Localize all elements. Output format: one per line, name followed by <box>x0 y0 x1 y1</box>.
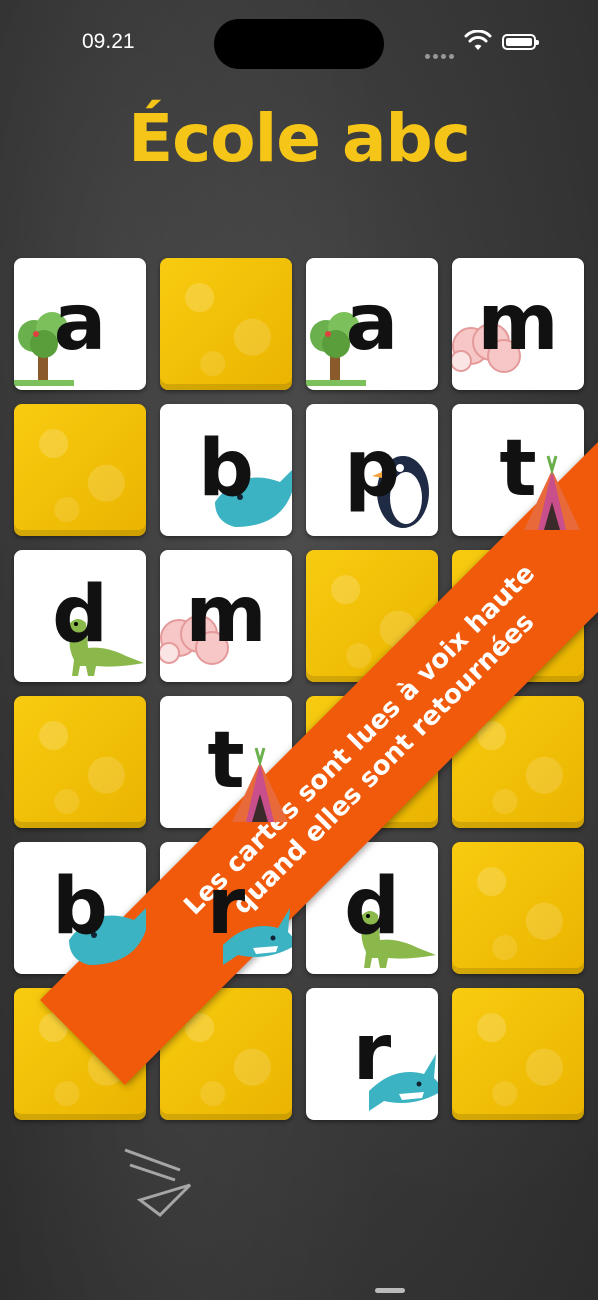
wifi-icon <box>464 30 492 50</box>
card-letter: p <box>344 424 400 514</box>
memory-card-face-up[interactable]: t <box>452 404 584 536</box>
card-letter: a <box>53 278 107 368</box>
card-letter: t <box>207 716 245 806</box>
memory-card-face-down[interactable] <box>452 988 584 1120</box>
memory-card-face-up[interactable]: d <box>14 550 146 682</box>
memory-card-face-down[interactable] <box>306 550 438 682</box>
app-title: École abc <box>128 100 471 177</box>
memory-card-face-up[interactable]: m <box>160 550 292 682</box>
memory-card-face-down[interactable] <box>452 842 584 974</box>
memory-card-face-up[interactable]: r <box>160 842 292 974</box>
card-letter: b <box>52 862 108 952</box>
card-letter: d <box>52 570 108 660</box>
memory-card-face-up[interactable]: m <box>452 258 584 390</box>
memory-card-face-up[interactable]: p <box>306 404 438 536</box>
memory-card-face-down[interactable] <box>14 988 146 1120</box>
card-letter: m <box>477 278 559 368</box>
memory-card-face-up[interactable]: a <box>14 258 146 390</box>
memory-card-face-down[interactable] <box>452 550 584 682</box>
memory-card-face-up[interactable]: r <box>306 988 438 1120</box>
card-letter: m <box>185 570 267 660</box>
chalk-doodle <box>124 1148 192 1217</box>
memory-card-face-down[interactable] <box>14 696 146 828</box>
card-letter: a <box>345 278 399 368</box>
card-letter: r <box>352 1008 392 1098</box>
memory-card-face-up[interactable]: d <box>306 842 438 974</box>
card-letter: d <box>344 862 400 952</box>
memory-card-face-down[interactable] <box>160 988 292 1120</box>
card-letter: r <box>206 862 246 952</box>
home-indicator[interactable] <box>375 1288 405 1293</box>
card-letter: b <box>198 424 254 514</box>
battery-icon <box>502 34 539 50</box>
dynamic-island <box>214 19 384 69</box>
card-letter: t <box>499 424 537 514</box>
status-time: 09.21 <box>82 30 135 53</box>
memory-card-face-down[interactable] <box>452 696 584 828</box>
memory-card-face-down[interactable] <box>306 696 438 828</box>
memory-card-face-up[interactable]: b <box>14 842 146 974</box>
status-bar: 09.21 <box>0 0 598 90</box>
cellular-signal-icon <box>425 44 457 63</box>
memory-card-face-up[interactable]: b <box>160 404 292 536</box>
memory-card-face-up[interactable]: a <box>306 258 438 390</box>
memory-card-face-down[interactable] <box>14 404 146 536</box>
memory-card-face-up[interactable]: t <box>160 696 292 828</box>
memory-card-face-down[interactable] <box>160 258 292 390</box>
